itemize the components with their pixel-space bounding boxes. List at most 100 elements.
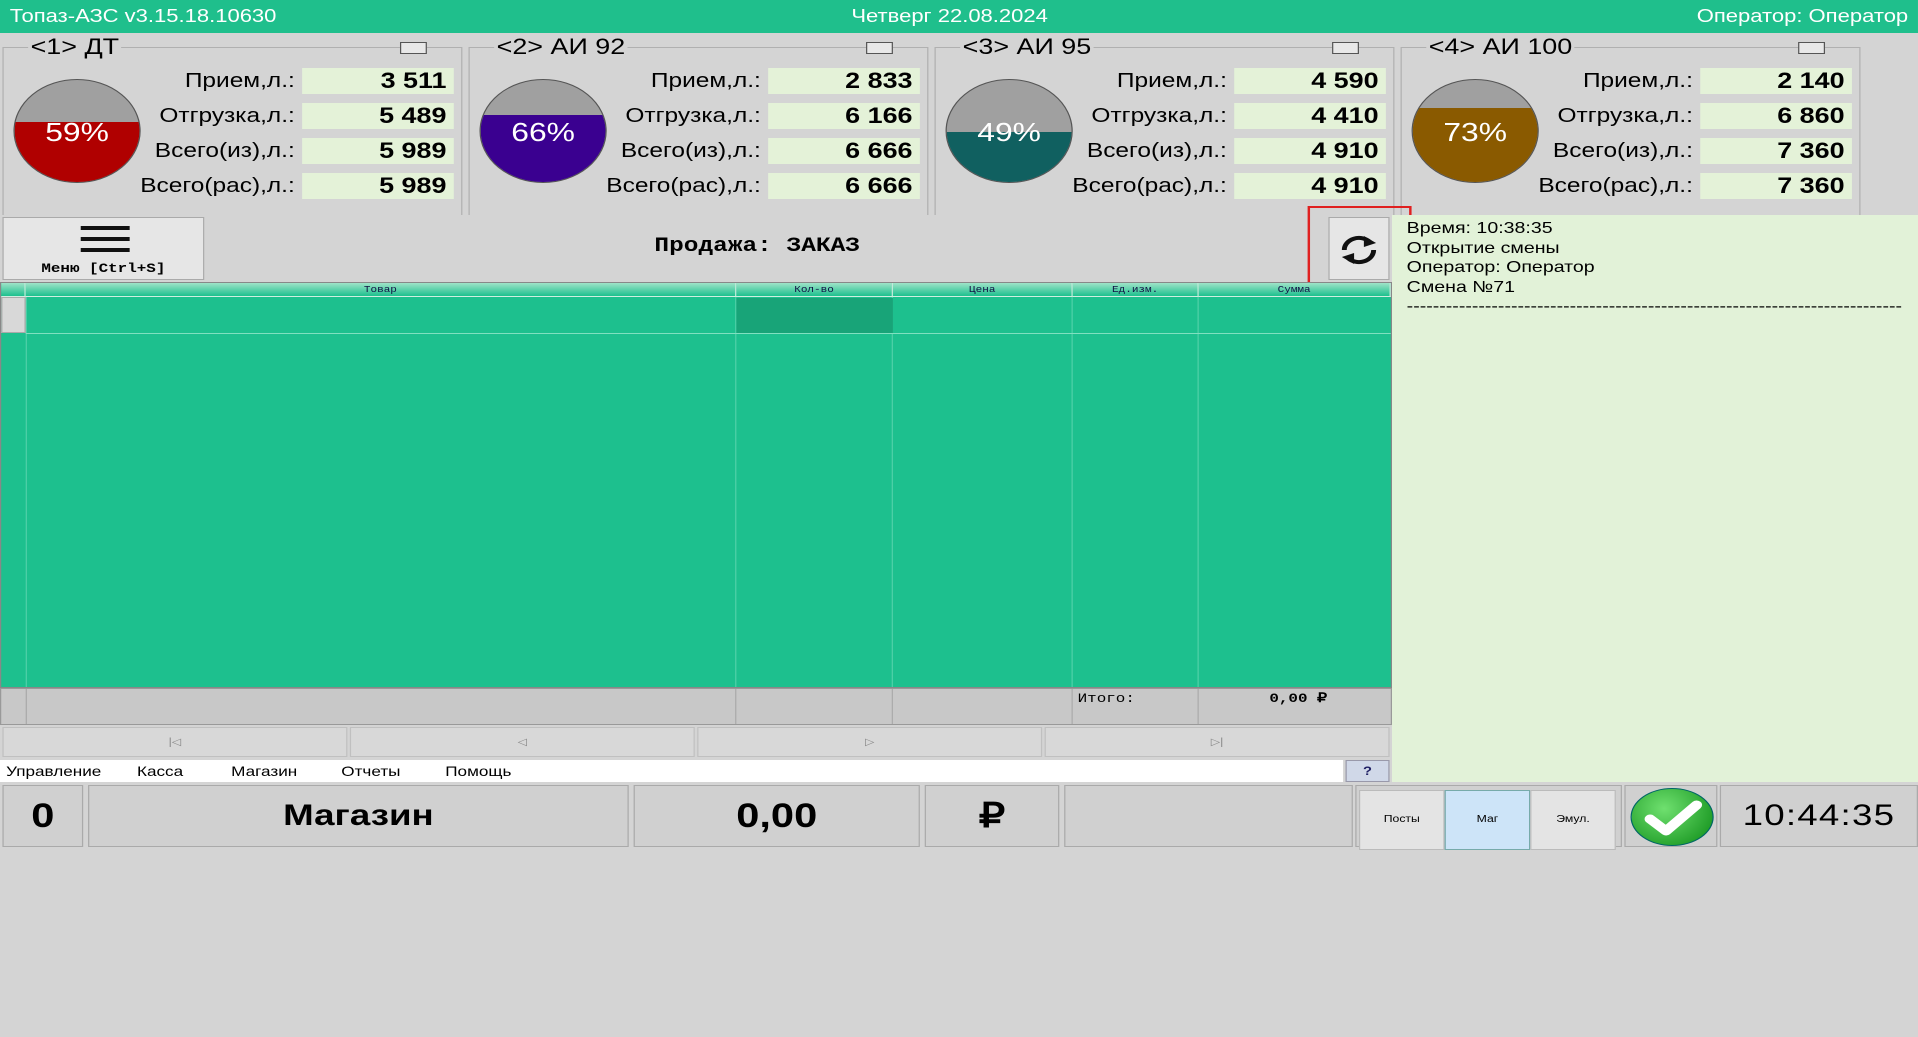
- prev-page-button[interactable]: ◁: [349, 727, 695, 757]
- segment-posts[interactable]: Посты: [1358, 790, 1445, 850]
- tank-stat-value: 5 989: [302, 138, 454, 164]
- menu-item-management[interactable]: Управление: [6, 760, 101, 782]
- title-bar: Топаз-АЗС v3.15.18.10630 Четверг 22.08.2…: [0, 0, 1918, 33]
- tank-card[interactable]: <4> АИ 100 73% Прием,л.: 2 140 Отгрузка,…: [1400, 34, 1861, 243]
- ok-button[interactable]: [1624, 785, 1718, 847]
- tank-card[interactable]: <1> ДТ 59% Прием,л.: 3 511 Отгрузка,л.: …: [2, 34, 463, 243]
- grid-header-product[interactable]: Товар: [25, 283, 737, 297]
- grid-header-sum[interactable]: Сумма: [1198, 283, 1391, 297]
- tank-title: <2> АИ 92: [494, 34, 628, 60]
- tank-stat-row: Прием,л.: 2 140: [1544, 67, 1857, 95]
- total-label: Итого:: [1077, 691, 1135, 706]
- tank-title: <3> АИ 95: [960, 34, 1094, 60]
- help-button[interactable]: ?: [1345, 760, 1390, 782]
- menu-item-shop[interactable]: Магазин: [231, 760, 297, 782]
- grid-header-qty[interactable]: Кол-во: [736, 283, 893, 297]
- row-selector[interactable]: [1, 297, 26, 333]
- item-count: 0: [2, 785, 84, 847]
- currency-button[interactable]: ₽: [924, 785, 1060, 847]
- menu-item-register[interactable]: Касса: [137, 760, 183, 782]
- tank-stat-row: Отгрузка,л.: 5 489: [146, 102, 459, 130]
- journal-line: ----------------------------------------…: [1406, 298, 1902, 315]
- tank-level-label: 73%: [1443, 117, 1508, 147]
- totals-row: Итого: 0,00 ₽: [0, 688, 1393, 725]
- refresh-icon: [1341, 235, 1377, 265]
- tank-stat-value: 2 140: [1700, 68, 1852, 94]
- tank-stat-label: Всего(рас),л.:: [1538, 175, 1693, 197]
- tank-stat-row: Прием,л.: 4 590: [1078, 67, 1391, 95]
- pager: |◁ ◁ ▷ ▷|: [0, 725, 1393, 758]
- tank-stat-value: 7 360: [1700, 138, 1852, 164]
- tank-panel: <1> ДТ 59% Прием,л.: 3 511 Отгрузка,л.: …: [0, 33, 1918, 243]
- table-row[interactable]: [25, 297, 1391, 334]
- menu-button[interactable]: Меню [Ctrl+S]: [2, 217, 205, 280]
- tank-stat-row: Всего(из),л.: 7 360: [1544, 137, 1857, 165]
- tank-stat-row: Всего(из),л.: 6 666: [612, 137, 925, 165]
- next-page-button[interactable]: ▷: [697, 727, 1043, 757]
- tank-stat-row: Всего(рас),л.: 7 360: [1538, 172, 1857, 200]
- qty-cell-selected[interactable]: [736, 298, 893, 333]
- tank-stat-label: Всего(из),л.:: [1086, 140, 1227, 162]
- journal-line: Смена №71: [1406, 278, 1516, 296]
- tank-level-label: 66%: [511, 117, 575, 147]
- amount-display: 0,00: [633, 785, 920, 847]
- tank-stat-label: Отгрузка,л.:: [1091, 105, 1227, 127]
- tank-card[interactable]: <3> АИ 95 49% Прием,л.: 4 590 Отгрузка,л…: [934, 34, 1395, 243]
- tank-stat-label: Отгрузка,л.:: [159, 105, 295, 127]
- tank-stat-value: 6 666: [768, 173, 920, 199]
- tank-stat-value: 4 590: [1234, 68, 1386, 94]
- tank-stat-row: Всего(из),л.: 4 910: [1078, 137, 1391, 165]
- tank-level-label: 59%: [45, 117, 109, 147]
- tank-stat-label: Прием,л.:: [1582, 70, 1693, 92]
- tank-indicator-icon: [866, 42, 893, 54]
- tank-title: <4> АИ 100: [1426, 34, 1575, 60]
- tank-stat-label: Всего(из),л.:: [154, 140, 295, 162]
- tank-card[interactable]: <2> АИ 92 66% Прием,л.: 2 833 Отгрузка,л…: [468, 34, 929, 243]
- tank-level-gauge: 66%: [479, 79, 607, 183]
- tank-stat-row: Отгрузка,л.: 4 410: [1078, 102, 1391, 130]
- event-journal: Время: 10:38:35 Открытие смены Оператор:…: [1392, 215, 1918, 782]
- tank-level-label: 49%: [977, 117, 1041, 147]
- tank-stat-row: Прием,л.: 2 833: [612, 67, 925, 95]
- mode-switch: Посты Маг Эмул.: [1355, 785, 1622, 850]
- tank-stat-label: Всего(из),л.:: [620, 140, 761, 162]
- tank-stat-value: 4 410: [1234, 103, 1386, 129]
- menu-bar: Управление Касса Магазин Отчеты Помощь: [0, 760, 1344, 782]
- checkmark-icon: [1644, 800, 1703, 836]
- journal-line: Открытие смены: [1406, 239, 1560, 257]
- last-page-button[interactable]: ▷|: [1044, 727, 1390, 757]
- tank-stat-row: Всего(рас),л.: 5 989: [140, 172, 459, 200]
- tank-stat-value: 3 511: [302, 68, 454, 94]
- app-window: Топаз-АЗС v3.15.18.10630 Четверг 22.08.2…: [0, 0, 1918, 1037]
- order-header: Меню [Ctrl+S] Продажа: ЗАКАЗ: [0, 215, 1393, 282]
- tank-stat-value: 6 666: [768, 138, 920, 164]
- order-grid[interactable]: Товар Кол-во Цена Ед.изм. Сумма: [0, 282, 1393, 688]
- blank-status-field: [1064, 785, 1353, 847]
- first-page-button[interactable]: |◁: [2, 727, 348, 757]
- menu-item-help[interactable]: Помощь: [445, 760, 511, 782]
- mode-button[interactable]: Магазин: [88, 785, 629, 847]
- tank-stat-row: Прием,л.: 3 511: [146, 67, 459, 95]
- tank-stat-label: Прием,л.:: [1116, 70, 1227, 92]
- operator-name: Оператор: Оператор: [1696, 6, 1909, 26]
- tank-stat-label: Прием,л.:: [184, 70, 295, 92]
- grid-header-price[interactable]: Цена: [892, 283, 1073, 297]
- segment-emulator[interactable]: Эмул.: [1530, 790, 1616, 850]
- tank-stat-value: 4 910: [1234, 173, 1386, 199]
- total-value: 0,00 ₽: [1269, 691, 1328, 706]
- segment-shop-active[interactable]: Маг: [1444, 790, 1531, 850]
- journal-line: Время: 10:38:35: [1406, 220, 1553, 237]
- menu-item-reports[interactable]: Отчеты: [341, 760, 400, 782]
- refresh-button[interactable]: [1328, 217, 1390, 280]
- sale-title: Продажа: ЗАКАЗ: [654, 235, 860, 258]
- grid-header-unit[interactable]: Ед.изм.: [1072, 283, 1199, 297]
- tank-stat-value: 7 360: [1700, 173, 1852, 199]
- menu-button-label: Меню [Ctrl+S]: [41, 261, 166, 276]
- current-date: Четверг 22.08.2024: [851, 6, 1048, 26]
- journal-line: Оператор: Оператор: [1406, 259, 1595, 276]
- tank-stat-value: 6 166: [768, 103, 920, 129]
- tank-stat-row: Отгрузка,л.: 6 860: [1544, 102, 1857, 130]
- tank-indicator-icon: [399, 42, 427, 54]
- grid-header-corner: [1, 283, 26, 297]
- tank-stat-value: 5 989: [302, 173, 454, 199]
